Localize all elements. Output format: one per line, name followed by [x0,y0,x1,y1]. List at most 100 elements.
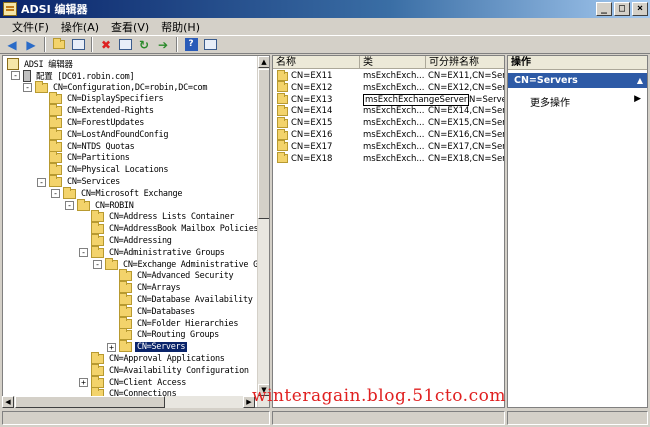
tree-node-label: CN=Routing Groups [137,330,219,341]
tree-node-label: CN=Folder Hierarchies [137,318,239,329]
menu-file[interactable]: 文件(F) [6,19,55,35]
tree-node[interactable]: - CN=Services [37,175,122,188]
actions-section-servers[interactable]: CN=Servers ▲ [508,73,647,88]
tree-node[interactable]: CN=Approval Applications [79,352,227,365]
list-header: 名称 类 可分辨名称 [273,56,504,69]
folder-icon [91,245,104,258]
close-button[interactable]: × [632,2,648,16]
scroll-up-button[interactable]: ▲ [258,56,269,68]
tree-node[interactable]: CN=AddressBook Mailbox Policies [79,222,260,235]
tree-node-label: CN=Configuration,DC=robin,DC=com [53,82,208,93]
up-folder-icon[interactable] [51,37,67,52]
tree-node[interactable]: CN=Database Availability Gr [107,293,269,306]
collapse-node-icon[interactable]: - [11,71,20,81]
collapse-node-icon[interactable]: - [93,260,102,270]
folder-icon [91,222,104,235]
delete-icon[interactable]: ✖ [98,37,114,52]
h-scroll-thumb[interactable] [15,396,165,408]
tree-node-label: CN=AddressBook Mailbox Policies [109,224,259,235]
folder-icon [77,198,90,211]
folder-icon [277,140,288,152]
tree-node-label: CN=Physical Locations [67,165,169,176]
list-item[interactable]: CN=EX15 msExchExch...CN=EX15,CN=Server [273,116,505,129]
tree-node-label: CN=Microsoft Exchange [81,188,183,199]
list-item[interactable]: CN=EX16 msExchExch...CN=EX16,CN=Server [273,128,504,141]
tree-node-label: CN=Partitions [67,153,130,164]
tree-node[interactable]: - CN=Microsoft Exchange [51,186,184,200]
forward-icon[interactable]: ▶ [23,37,39,52]
tree-node-label: 配置 [DC01.robin.com] [36,71,135,82]
list-item-name: CN=EX17 [291,141,333,152]
scroll-thumb[interactable] [258,69,269,219]
collapse-node-icon[interactable]: - [37,177,46,187]
toolbar-separator [176,37,178,52]
show-action-pane-icon[interactable] [202,37,218,52]
scroll-left-button[interactable]: ◀ [2,396,14,408]
collapse-node-icon[interactable]: - [51,189,60,199]
tree-vertical-scrollbar[interactable]: ▲ ▼ [257,56,269,407]
tree-node[interactable]: - CN=ROBIN [65,198,136,212]
list-item-dn: CN=EX18,CN=Server [428,153,505,164]
list-item-class[interactable]: msExchExchangeServer [363,93,470,106]
menu-help[interactable]: 帮助(H) [155,19,206,35]
tree-horizontal-scrollbar[interactable]: ◀ ▶ [2,396,255,408]
tree-node-label: CN=Extended-Rights [67,106,154,117]
list-item[interactable]: CN=EX14 msExchExch...CN=EX14,CN=Server [273,104,504,117]
tree-node[interactable]: + CN=Servers [107,340,188,353]
list-item[interactable]: CN=EX11 msExchExch...CN=EX11,CN=Server [273,69,504,82]
submenu-arrow-icon: ▶ [634,94,641,104]
list-item[interactable]: CN=EX17 msExchExch...CN=EX17,CN=Server [273,140,504,153]
menu-action[interactable]: 操作(A) [55,19,105,35]
list-item[interactable]: CN=EX12 msExchExch...CN=EX12,CN=Server [273,81,504,94]
export-list-icon[interactable]: ➔ [155,37,171,52]
tree-node-label: CN=Address Lists Container [109,212,235,223]
column-dn-header[interactable]: 可分辨名称 [426,56,504,69]
properties-icon[interactable] [117,37,133,52]
maximize-button[interactable]: □ [614,2,630,16]
actions-section-label: CN=Servers [514,75,578,86]
tree-node-label: CN=Approval Applications [109,354,225,364]
tree-node-label: CN=LostAndFoundConfig [67,129,169,140]
folder-icon [49,163,62,176]
list-item-name: CN=EX11 [291,71,333,81]
minimize-button[interactable]: _ [596,2,612,16]
tree-node-label: CN=Arrays [137,283,181,294]
more-actions-item[interactable]: 更多操作 [530,94,570,109]
refresh-icon[interactable]: ↻ [136,37,152,52]
list-item[interactable]: CN=EX13 msExchExchangeServer 3,CN=Server [273,93,504,106]
folder-icon [119,304,132,317]
actions-pane: 操作 CN=Servers ▲ 更多操作 ▶ [507,55,648,408]
folder-icon [49,175,62,187]
list-item-class: msExchExch... [363,130,425,140]
show-hide-tree-icon[interactable] [70,37,86,52]
collapse-node-icon[interactable]: - [65,201,74,211]
tree-node-label: CN=Availability Configuration [109,365,249,376]
back-icon[interactable]: ◀ [4,37,20,52]
menu-view[interactable]: 查看(V) [105,19,155,35]
help-icon[interactable]: ? [183,37,199,52]
list-item-name: CN=EX15 [291,118,333,129]
folder-icon [91,234,104,246]
tree-node[interactable]: CN=Availability Configuration [79,363,251,377]
folder-icon [91,352,104,364]
folder-icon [277,152,288,164]
list-item-dn: CN=EX15,CN=Server [428,118,505,129]
column-name-header[interactable]: 名称 [273,56,360,69]
tree-node-label: CN=Advanced Security [137,271,234,282]
list-item[interactable]: CN=EX18 msExchExch...CN=EX18,CN=Server [273,152,505,165]
tree-node[interactable]: ADSI 编辑器 [7,58,75,70]
list-pane: 名称 类 可分辨名称 CN=EX11 msExchExch... CN=EX11,C… [272,55,505,408]
collapse-icon[interactable]: ▲ [637,73,643,88]
expand-node-icon[interactable]: + [79,378,88,388]
collapse-node-icon[interactable]: - [23,83,32,93]
folder-icon [277,116,288,128]
column-class-header[interactable]: 类 [360,56,426,69]
collapse-node-icon[interactable]: - [79,248,88,258]
tree-node[interactable]: - 配置 [DC01.robin.com] [11,69,136,82]
expand-node-icon[interactable]: + [107,342,116,352]
tree-node[interactable]: - CN=Administrative Groups [79,245,227,259]
tree-node[interactable]: CN=Address Lists Container [79,210,236,223]
